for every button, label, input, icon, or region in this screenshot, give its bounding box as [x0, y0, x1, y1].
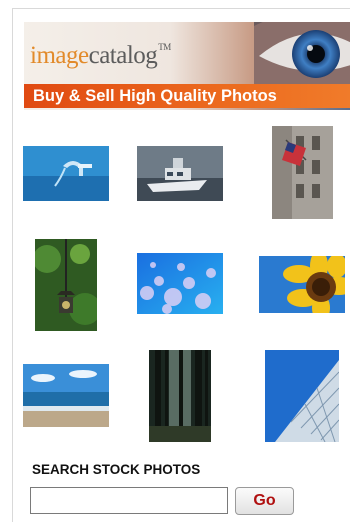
photo-building-flag[interactable] — [272, 126, 333, 219]
photo-boat[interactable] — [137, 146, 223, 201]
photo-garden-lantern[interactable] — [35, 239, 97, 331]
logo-text-catalog: catalog — [88, 42, 158, 69]
photo-sunflower[interactable] — [259, 256, 345, 313]
photo-forest[interactable] — [149, 350, 211, 442]
search-input[interactable] — [30, 487, 228, 514]
tagline: Buy & Sell High Quality Photos — [24, 84, 350, 108]
search-title: SEARCH STOCK PHOTOS — [32, 462, 201, 477]
photo-blue-faucet[interactable] — [23, 146, 109, 201]
eye-graphic — [254, 22, 350, 88]
go-button[interactable]: Go — [235, 487, 294, 515]
photo-skyscraper[interactable] — [265, 350, 339, 442]
logo-text-image: image — [30, 42, 89, 69]
photo-beach-sea[interactable] — [23, 364, 109, 427]
trademark: TM — [158, 42, 171, 52]
logo: imagecatalogTM — [30, 42, 171, 70]
photo-blue-bubbles[interactable] — [137, 253, 223, 314]
header-banner[interactable]: imagecatalogTM Buy & Sell High Quality P… — [24, 22, 350, 110]
